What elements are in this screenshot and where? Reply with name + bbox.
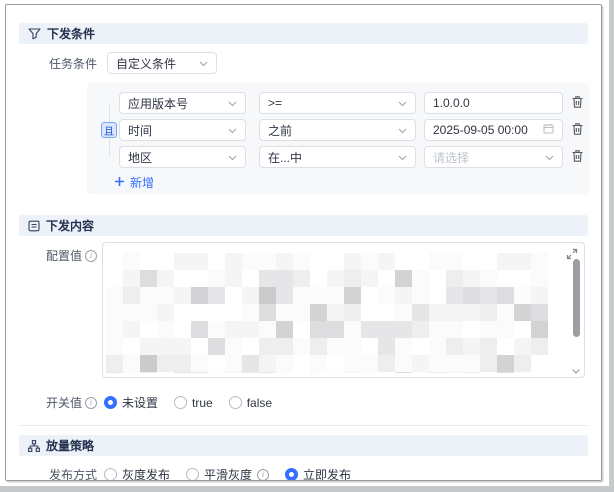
condition-datetime-input[interactable]: 2025-09-05 00:00 (424, 119, 563, 141)
trash-icon (571, 95, 584, 112)
condition-field-select[interactable]: 应用版本号 (119, 92, 246, 114)
condition-operator-select[interactable]: 之前 (259, 119, 416, 141)
publish-method-row: 发布方式 灰度发布 平滑灰度 i 立即发布 (19, 466, 588, 481)
task-condition-value: 自定义条件 (116, 55, 176, 72)
radio-icon (104, 468, 117, 481)
radio-option-immediate-release[interactable]: 立即发布 (285, 466, 351, 481)
task-condition-select[interactable]: 自定义条件 (107, 52, 217, 74)
trash-icon (571, 122, 584, 139)
chevron-down-icon (228, 123, 237, 137)
condition-operator-value: >= (268, 96, 282, 110)
condition-field-value: 地区 (128, 149, 152, 166)
section-title: 放量策略 (46, 437, 94, 454)
publish-method-label: 发布方式 (19, 466, 97, 481)
logic-and-badge[interactable]: 且 (101, 122, 117, 138)
radio-icon (285, 468, 298, 481)
chevron-down-icon (228, 96, 237, 110)
radio-icon (229, 396, 242, 409)
info-icon[interactable]: i (257, 469, 269, 481)
radio-icon (174, 396, 187, 409)
switch-value-label: 开关值 (46, 394, 82, 411)
config-value-row: 配置值 i (19, 242, 588, 378)
radio-option-false[interactable]: false (229, 396, 272, 410)
condition-operator-select[interactable]: 在...中 (259, 146, 416, 168)
chevron-down-icon (199, 56, 208, 70)
condition-operator-select[interactable]: >= (259, 92, 416, 114)
window-edge-bottom (0, 486, 614, 492)
plus-icon (114, 176, 125, 190)
window-edge-right (609, 0, 614, 492)
section-header-rollout: 放量策略 (19, 435, 588, 456)
condition-field-value: 应用版本号 (128, 95, 188, 112)
config-value-textarea[interactable] (102, 242, 585, 378)
condition-operator-value: 在...中 (268, 149, 302, 166)
condition-field-select[interactable]: 地区 (119, 146, 246, 168)
config-form-card: 下发条件 任务条件 自定义条件 且 应用版本号 >= 1.0.0.0 (5, 4, 602, 481)
section-header-conditions: 下发条件 (19, 23, 588, 44)
sitemap-icon (28, 440, 40, 452)
radio-option-smooth-gray[interactable]: 平滑灰度 i (186, 466, 269, 481)
publish-radio-group: 灰度发布 平滑灰度 i 立即发布 (104, 466, 367, 481)
condition-value-select[interactable]: 请选择 (424, 146, 563, 168)
section-header-content: 下发内容 (19, 215, 588, 236)
delete-condition-button[interactable] (570, 94, 585, 113)
section-title: 下发条件 (47, 25, 95, 42)
task-condition-row: 任务条件 自定义条件 (19, 52, 588, 74)
trash-icon (571, 149, 584, 166)
section-divider (19, 425, 588, 426)
radio-option-unset[interactable]: 未设置 (104, 394, 158, 411)
info-icon[interactable]: i (85, 250, 97, 262)
condition-operator-value: 之前 (268, 122, 292, 139)
scroll-down-icon[interactable] (572, 369, 580, 374)
chevron-down-icon (398, 123, 407, 137)
config-value-label: 配置值 (46, 247, 82, 264)
add-condition-button[interactable]: 新增 (114, 174, 589, 191)
switch-value-row: 开关值 i 未设置 true false (19, 394, 588, 411)
scrollbar-thumb[interactable] (573, 259, 580, 337)
chevron-down-icon (545, 150, 554, 164)
chevron-down-icon (398, 96, 407, 110)
section-title: 下发内容 (46, 217, 94, 234)
conditions-panel: 且 应用版本号 >= 1.0.0.0 时间 之前 (87, 83, 589, 194)
condition-value-text: 1.0.0.0 (433, 96, 470, 110)
document-icon (28, 220, 40, 232)
redacted-config-content (106, 253, 564, 373)
info-icon[interactable]: i (85, 397, 97, 409)
add-condition-label: 新增 (130, 174, 154, 191)
condition-field-select[interactable]: 时间 (119, 119, 246, 141)
calendar-icon (543, 123, 554, 137)
radio-icon (104, 396, 117, 409)
condition-row: 应用版本号 >= 1.0.0.0 (119, 92, 589, 114)
condition-value-placeholder: 请选择 (433, 149, 469, 166)
radio-option-gray-release[interactable]: 灰度发布 (104, 466, 170, 481)
condition-value-input[interactable]: 1.0.0.0 (424, 92, 563, 114)
condition-row: 地区 在...中 请选择 (119, 146, 589, 168)
switch-radio-group: 未设置 true false (104, 394, 288, 411)
condition-datetime-text: 2025-09-05 00:00 (433, 123, 528, 137)
condition-field-value: 时间 (128, 122, 152, 139)
radio-option-true[interactable]: true (174, 396, 213, 410)
chevron-down-icon (398, 150, 407, 164)
radio-icon (186, 468, 199, 481)
chevron-down-icon (228, 150, 237, 164)
delete-condition-button[interactable] (570, 148, 585, 167)
task-condition-label: 任务条件 (19, 55, 97, 72)
delete-condition-button[interactable] (570, 121, 585, 140)
funnel-icon (28, 28, 41, 40)
condition-row: 时间 之前 2025-09-05 00:00 (119, 119, 589, 141)
